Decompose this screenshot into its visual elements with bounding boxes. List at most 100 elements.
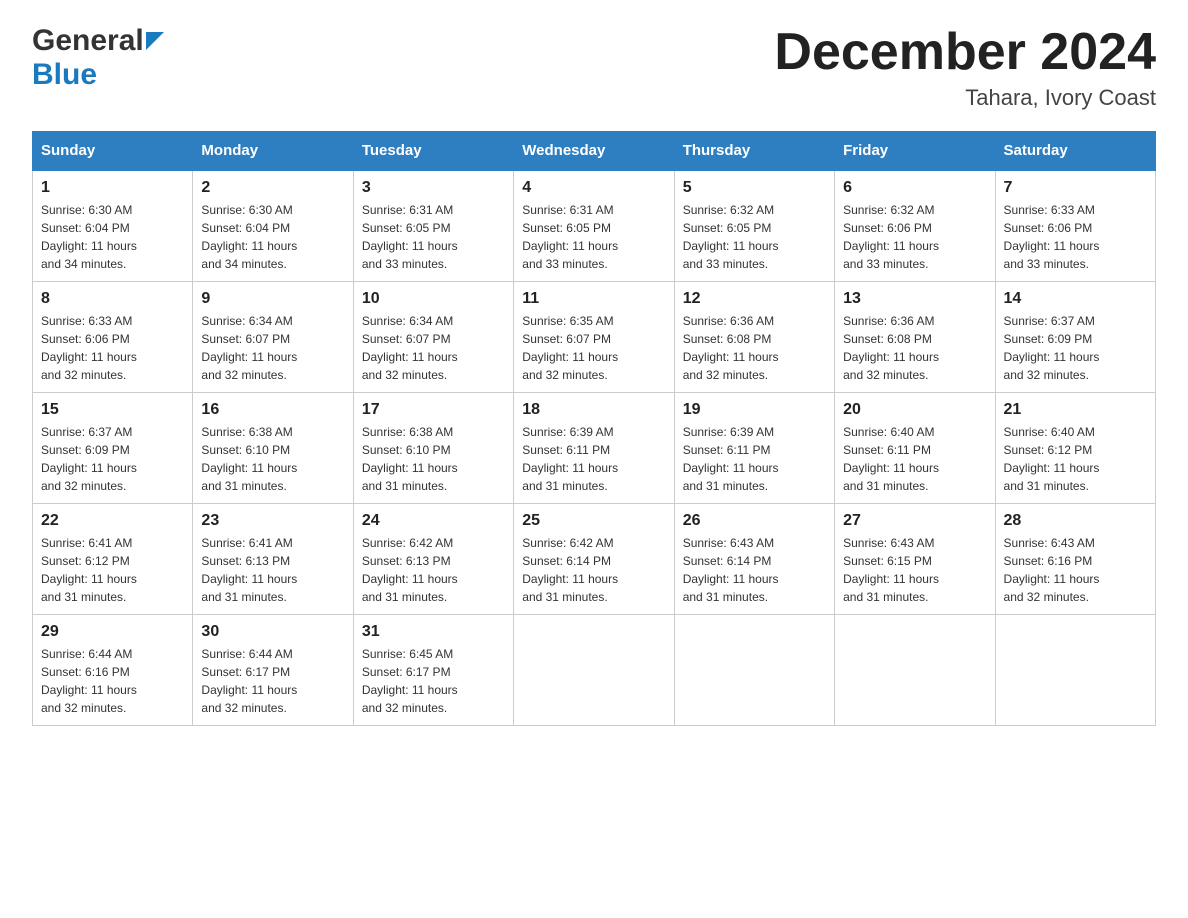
day-number: 18 [522,401,665,419]
page-header: General Blue December 2024 Tahara, Ivory… [32,24,1156,111]
day-info: Sunrise: 6:33 AMSunset: 6:06 PMDaylight:… [1004,201,1147,273]
day-number: 8 [41,290,184,308]
calendar-week-1: 1 Sunrise: 6:30 AMSunset: 6:04 PMDaylight… [33,170,1156,282]
day-number: 19 [683,401,826,419]
day-info: Sunrise: 6:39 AMSunset: 6:11 PMDaylight:… [683,423,826,495]
weekday-header-thursday: Thursday [674,132,834,171]
month-title: December 2024 [774,24,1156,81]
weekday-header-wednesday: Wednesday [514,132,674,171]
calendar-cell: 13 Sunrise: 6:36 AMSunset: 6:08 PMDayligh… [835,282,995,393]
day-number: 15 [41,401,184,419]
calendar-cell: 4 Sunrise: 6:31 AMSunset: 6:05 PMDaylight… [514,170,674,282]
calendar-cell: 22 Sunrise: 6:41 AMSunset: 6:12 PMDayligh… [33,504,193,615]
weekday-header-saturday: Saturday [995,132,1155,171]
day-number: 4 [522,179,665,197]
day-number: 27 [843,512,986,530]
day-info: Sunrise: 6:30 AMSunset: 6:04 PMDaylight:… [41,201,184,273]
calendar-cell: 26 Sunrise: 6:43 AMSunset: 6:14 PMDayligh… [674,504,834,615]
calendar-cell [995,615,1155,726]
calendar-cell: 7 Sunrise: 6:33 AMSunset: 6:06 PMDaylight… [995,170,1155,282]
day-number: 3 [362,179,505,197]
calendar-week-2: 8 Sunrise: 6:33 AMSunset: 6:06 PMDaylight… [33,282,1156,393]
day-number: 22 [41,512,184,530]
day-number: 17 [362,401,505,419]
calendar-cell: 28 Sunrise: 6:43 AMSunset: 6:16 PMDayligh… [995,504,1155,615]
day-info: Sunrise: 6:44 AMSunset: 6:17 PMDaylight:… [201,645,344,717]
day-number: 26 [683,512,826,530]
calendar-cell: 1 Sunrise: 6:30 AMSunset: 6:04 PMDaylight… [33,170,193,282]
day-number: 1 [41,179,184,197]
day-info: Sunrise: 6:40 AMSunset: 6:12 PMDaylight:… [1004,423,1147,495]
calendar-cell: 27 Sunrise: 6:43 AMSunset: 6:15 PMDayligh… [835,504,995,615]
weekday-header-friday: Friday [835,132,995,171]
day-info: Sunrise: 6:42 AMSunset: 6:14 PMDaylight:… [522,534,665,606]
calendar-cell: 21Sunrise: 6:40 AMSunset: 6:12 PMDayligh… [995,393,1155,504]
day-info: Sunrise: 6:43 AMSunset: 6:14 PMDaylight:… [683,534,826,606]
day-info: Sunrise: 6:38 AMSunset: 6:10 PMDaylight:… [362,423,505,495]
calendar-cell: 8 Sunrise: 6:33 AMSunset: 6:06 PMDaylight… [33,282,193,393]
calendar-cell: 18Sunrise: 6:39 AMSunset: 6:11 PMDayligh… [514,393,674,504]
logo-arrow-icon [146,32,164,55]
day-info: Sunrise: 6:43 AMSunset: 6:15 PMDaylight:… [843,534,986,606]
day-number: 16 [201,401,344,419]
day-info: Sunrise: 6:33 AMSunset: 6:06 PMDaylight:… [41,312,184,384]
day-info: Sunrise: 6:31 AMSunset: 6:05 PMDaylight:… [522,201,665,273]
day-info: Sunrise: 6:32 AMSunset: 6:05 PMDaylight:… [683,201,826,273]
calendar-cell: 12 Sunrise: 6:36 AMSunset: 6:08 PMDayligh… [674,282,834,393]
calendar-cell: 5 Sunrise: 6:32 AMSunset: 6:05 PMDaylight… [674,170,834,282]
calendar-cell: 20Sunrise: 6:40 AMSunset: 6:11 PMDayligh… [835,393,995,504]
day-info: Sunrise: 6:40 AMSunset: 6:11 PMDaylight:… [843,423,986,495]
day-info: Sunrise: 6:35 AMSunset: 6:07 PMDaylight:… [522,312,665,384]
day-number: 6 [843,179,986,197]
day-info: Sunrise: 6:42 AMSunset: 6:13 PMDaylight:… [362,534,505,606]
calendar-cell: 30 Sunrise: 6:44 AMSunset: 6:17 PMDayligh… [193,615,353,726]
day-number: 28 [1004,512,1147,530]
day-number: 5 [683,179,826,197]
day-info: Sunrise: 6:34 AMSunset: 6:07 PMDaylight:… [362,312,505,384]
calendar-cell [514,615,674,726]
day-number: 29 [41,623,184,641]
calendar-cell: 14 Sunrise: 6:37 AMSunset: 6:09 PMDayligh… [995,282,1155,393]
day-info: Sunrise: 6:37 AMSunset: 6:09 PMDaylight:… [41,423,184,495]
calendar-cell [835,615,995,726]
day-number: 7 [1004,179,1147,197]
calendar-cell: 16Sunrise: 6:38 AMSunset: 6:10 PMDayligh… [193,393,353,504]
calendar-cell: 24 Sunrise: 6:42 AMSunset: 6:13 PMDayligh… [353,504,513,615]
calendar-cell: 3Sunrise: 6:31 AMSunset: 6:05 PMDaylight… [353,170,513,282]
day-info: Sunrise: 6:43 AMSunset: 6:16 PMDaylight:… [1004,534,1147,606]
day-info: Sunrise: 6:34 AMSunset: 6:07 PMDaylight:… [201,312,344,384]
calendar-cell [674,615,834,726]
calendar-cell: 17 Sunrise: 6:38 AMSunset: 6:10 PMDayligh… [353,393,513,504]
calendar-cell: 19 Sunrise: 6:39 AMSunset: 6:11 PMDayligh… [674,393,834,504]
title-block: December 2024 Tahara, Ivory Coast [774,24,1156,111]
calendar-cell: 25 Sunrise: 6:42 AMSunset: 6:14 PMDayligh… [514,504,674,615]
day-info: Sunrise: 6:41 AMSunset: 6:12 PMDaylight:… [41,534,184,606]
day-number: 31 [362,623,505,641]
day-number: 30 [201,623,344,641]
day-info: Sunrise: 6:44 AMSunset: 6:16 PMDaylight:… [41,645,184,717]
day-number: 25 [522,512,665,530]
weekday-header-sunday: Sunday [33,132,193,171]
day-number: 13 [843,290,986,308]
calendar-cell: 10Sunrise: 6:34 AMSunset: 6:07 PMDayligh… [353,282,513,393]
day-info: Sunrise: 6:45 AMSunset: 6:17 PMDaylight:… [362,645,505,717]
day-number: 11 [522,290,665,308]
day-number: 14 [1004,290,1147,308]
day-info: Sunrise: 6:41 AMSunset: 6:13 PMDaylight:… [201,534,344,606]
calendar-week-5: 29 Sunrise: 6:44 AMSunset: 6:16 PMDayligh… [33,615,1156,726]
day-number: 23 [201,512,344,530]
day-number: 12 [683,290,826,308]
day-info: Sunrise: 6:36 AMSunset: 6:08 PMDaylight:… [683,312,826,384]
location-subtitle: Tahara, Ivory Coast [774,85,1156,111]
day-number: 24 [362,512,505,530]
day-info: Sunrise: 6:36 AMSunset: 6:08 PMDaylight:… [843,312,986,384]
calendar-week-4: 22 Sunrise: 6:41 AMSunset: 6:12 PMDayligh… [33,504,1156,615]
weekday-header-monday: Monday [193,132,353,171]
weekday-header-tuesday: Tuesday [353,132,513,171]
day-info: Sunrise: 6:32 AMSunset: 6:06 PMDaylight:… [843,201,986,273]
calendar-cell: 29 Sunrise: 6:44 AMSunset: 6:16 PMDayligh… [33,615,193,726]
calendar-cell: 31 Sunrise: 6:45 AMSunset: 6:17 PMDayligh… [353,615,513,726]
day-info: Sunrise: 6:37 AMSunset: 6:09 PMDaylight:… [1004,312,1147,384]
calendar-cell: 11 Sunrise: 6:35 AMSunset: 6:07 PMDayligh… [514,282,674,393]
day-number: 2 [201,179,344,197]
